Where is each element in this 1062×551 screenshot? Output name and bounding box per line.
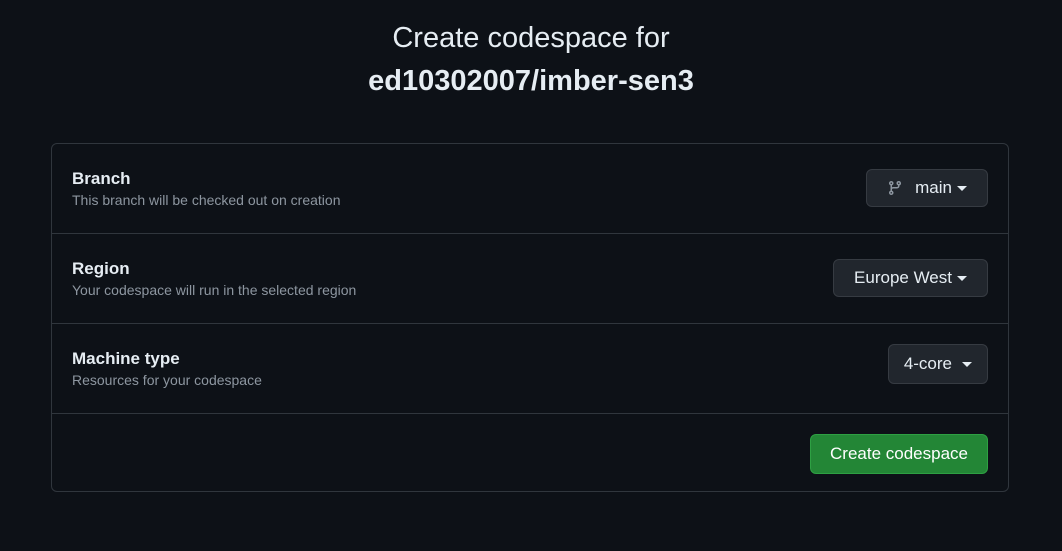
page-title: Create codespace for [392,22,670,54]
region-title: Region [72,259,130,278]
create-codespace-button[interactable]: Create codespace [810,434,988,474]
caret-down-icon [957,186,967,191]
region-select-button[interactable]: Europe West [833,259,988,297]
page-header: Create codespace for ed10302007/imber-se… [0,18,1062,104]
actions-row: Create codespace [52,414,1008,491]
create-codespace-page: Create codespace for ed10302007/imber-se… [0,0,1062,551]
branch-text: Branch This branch will be checked out o… [72,168,340,210]
branch-select-button[interactable]: main [866,169,988,207]
machine-type-description: Resources for your codespace [72,372,262,388]
machine-type-row: Machine type Resources for your codespac… [52,324,1008,414]
repository-name: ed10302007/imber-sen3 [368,65,694,97]
branch-title: Branch [72,169,131,188]
region-text: Region Your codespace will run in the se… [72,258,356,300]
branch-row: Branch This branch will be checked out o… [52,144,1008,234]
caret-down-icon [962,362,972,367]
region-select-value: Europe West [854,268,952,287]
machine-type-title: Machine type [72,349,180,368]
branch-description: This branch will be checked out on creat… [72,192,341,208]
git-branch-icon [887,180,903,196]
machine-type-select-button[interactable]: 4-core [887,344,988,384]
machine-type-select-value: 4-core [903,354,952,373]
region-row: Region Your codespace will run in the se… [52,234,1008,324]
caret-down-icon [957,276,967,281]
machine-type-text: Machine type Resources for your codespac… [72,348,262,390]
codespace-options-card: Branch This branch will be checked out o… [51,143,1009,492]
branch-select-value: main [915,178,952,197]
region-description: Your codespace will run in the selected … [72,282,357,298]
